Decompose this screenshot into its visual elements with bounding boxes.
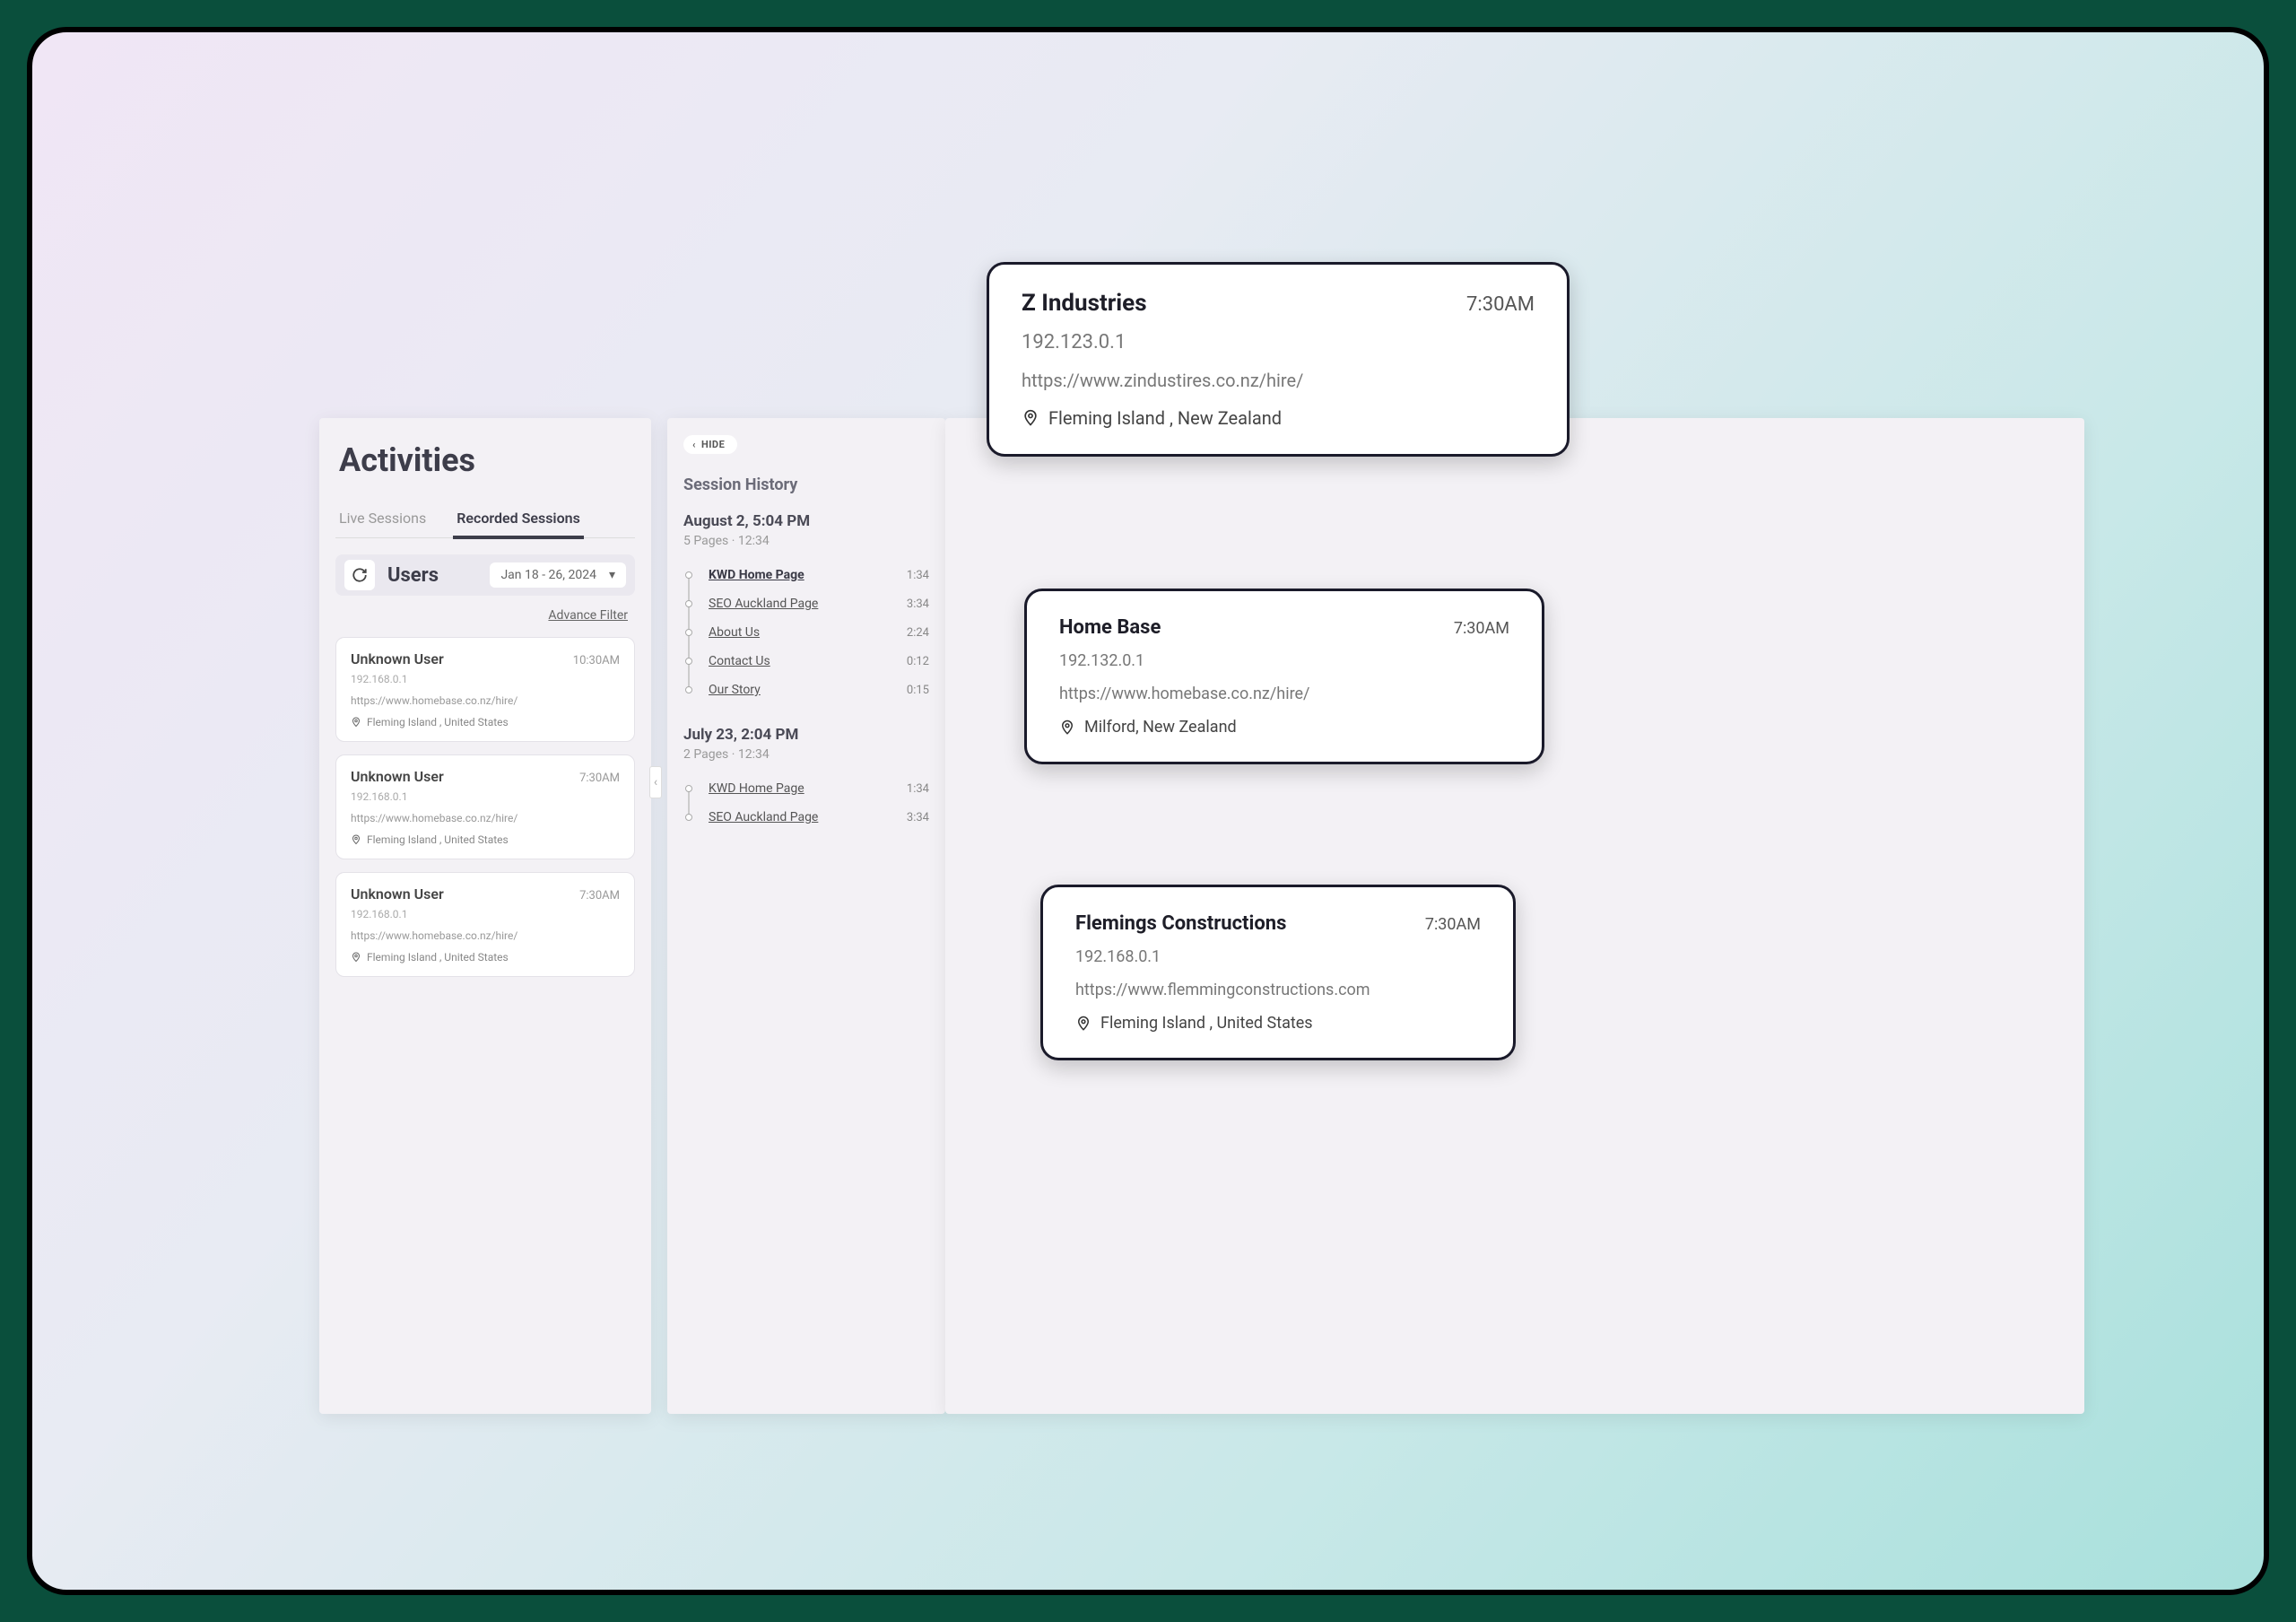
- session-time: 7:30AM: [579, 889, 620, 903]
- history-group: KWD Home Page1:34 SEO Auckland Page3:34 …: [685, 561, 929, 704]
- history-page-link: KWD Home Page: [709, 781, 907, 796]
- visitor-name: Z Industries: [1022, 290, 1147, 317]
- visitor-card[interactable]: Home Base 7:30AM 192.132.0.1 https://www.…: [1024, 589, 1544, 764]
- history-page-link: Contact Us: [709, 654, 907, 668]
- advance-filter-link[interactable]: Advance Filter: [335, 603, 635, 637]
- history-duration: 1:34: [907, 569, 929, 582]
- history-item[interactable]: About Us2:24: [685, 618, 929, 647]
- history-page-link: SEO Auckland Page: [709, 597, 907, 611]
- session-ip: 192.168.0.1: [351, 673, 620, 685]
- session-ip: 192.168.0.1: [351, 790, 620, 803]
- timeline-dot-icon: [685, 814, 692, 821]
- history-date: August 2, 5:04 PM: [683, 512, 929, 530]
- history-item[interactable]: SEO Auckland Page3:34: [685, 589, 929, 618]
- location-pin-icon: [351, 717, 361, 728]
- history-item[interactable]: KWD Home Page1:34: [685, 774, 929, 803]
- history-duration: 3:34: [907, 597, 929, 611]
- session-history-panel: ‹ HIDE Session History August 2, 5:04 PM…: [667, 418, 945, 1414]
- history-page-link: SEO Auckland Page: [709, 810, 907, 824]
- location-pin-icon: [1075, 1016, 1091, 1032]
- date-range-picker[interactable]: Jan 18 - 26, 2024 ▾: [490, 562, 626, 588]
- visitor-url: https://www.homebase.co.nz/hire/: [1059, 685, 1509, 703]
- visitor-location: Milford, New Zealand: [1084, 718, 1237, 737]
- session-location: Fleming Island , United States: [367, 833, 509, 846]
- history-group: KWD Home Page1:34 SEO Auckland Page3:34: [685, 774, 929, 832]
- session-location: Fleming Island , United States: [367, 716, 509, 728]
- history-page-link: About Us: [709, 625, 907, 640]
- visitor-ip: 192.123.0.1: [1022, 331, 1535, 353]
- visitor-url: https://www.zindustires.co.nz/hire/: [1022, 370, 1535, 391]
- session-name: Unknown User: [351, 768, 444, 785]
- tab-recorded-sessions[interactable]: Recorded Sessions: [453, 502, 584, 539]
- tab-live-sessions[interactable]: Live Sessions: [335, 502, 430, 537]
- hide-label: HIDE: [701, 439, 725, 450]
- activities-title: Activities: [335, 441, 635, 479]
- history-duration: 1:34: [907, 782, 929, 796]
- history-item[interactable]: SEO Auckland Page3:34: [685, 803, 929, 832]
- session-ip: 192.168.0.1: [351, 908, 620, 920]
- hide-panel-button[interactable]: ‹ HIDE: [683, 435, 737, 454]
- timeline-dot-icon: [685, 686, 692, 693]
- history-page-link: KWD Home Page: [709, 568, 907, 582]
- history-item[interactable]: KWD Home Page1:34: [685, 561, 929, 589]
- visitor-name: Home Base: [1059, 616, 1161, 639]
- session-card[interactable]: Unknown User 10:30AM 192.168.0.1 https:/…: [335, 637, 635, 742]
- timeline-dot-icon: [685, 658, 692, 665]
- session-name: Unknown User: [351, 885, 444, 903]
- chevron-left-icon: ‹: [654, 775, 657, 789]
- chevron-down-icon: ▾: [609, 568, 615, 582]
- session-time: 10:30AM: [573, 654, 620, 667]
- activities-panel: Activities Live Sessions Recorded Sessio…: [319, 418, 651, 1414]
- timeline-dot-icon: [685, 600, 692, 607]
- visitor-ip: 192.168.0.1: [1075, 947, 1481, 966]
- history-summary: 5 Pages · 12:34: [683, 534, 929, 548]
- session-location: Fleming Island , United States: [367, 951, 509, 964]
- timeline-dot-icon: [685, 571, 692, 579]
- visitor-time: 7:30AM: [1466, 293, 1535, 316]
- session-history-title: Session History: [683, 475, 929, 494]
- history-duration: 0:12: [907, 655, 929, 668]
- chevron-left-icon: ‹: [692, 439, 696, 450]
- visitor-name: Flemings Constructions: [1075, 912, 1286, 935]
- timeline-dot-icon: [685, 785, 692, 792]
- refresh-button[interactable]: [344, 560, 375, 590]
- history-summary: 2 Pages · 12:34: [683, 747, 929, 762]
- visitor-card[interactable]: Flemings Constructions 7:30AM 192.168.0.1…: [1040, 885, 1516, 1060]
- history-page-link: Our Story: [709, 683, 907, 697]
- history-duration: 2:24: [907, 626, 929, 640]
- timeline-dot-icon: [685, 629, 692, 636]
- location-pin-icon: [351, 834, 361, 845]
- history-date: July 23, 2:04 PM: [683, 726, 929, 744]
- session-url: https://www.homebase.co.nz/hire/: [351, 694, 620, 707]
- session-url: https://www.homebase.co.nz/hire/: [351, 929, 620, 942]
- history-item[interactable]: Our Story0:15: [685, 676, 929, 704]
- visitor-location: Fleming Island , New Zealand: [1048, 407, 1282, 429]
- users-label: Users: [387, 564, 439, 587]
- visitor-time: 7:30AM: [1425, 915, 1481, 934]
- refresh-icon: [352, 567, 368, 583]
- panel-collapse-handle[interactable]: ‹: [649, 766, 662, 798]
- visitor-ip: 192.132.0.1: [1059, 651, 1509, 670]
- session-url: https://www.homebase.co.nz/hire/: [351, 812, 620, 824]
- history-duration: 3:34: [907, 811, 929, 824]
- visitor-url: https://www.flemmingconstructions.com: [1075, 981, 1481, 999]
- visitor-location: Fleming Island , United States: [1100, 1014, 1313, 1033]
- session-card[interactable]: Unknown User 7:30AM 192.168.0.1 https://…: [335, 872, 635, 977]
- location-pin-icon: [351, 952, 361, 963]
- location-pin-icon: [1059, 719, 1075, 736]
- session-card[interactable]: Unknown User 7:30AM 192.168.0.1 https://…: [335, 754, 635, 859]
- history-item[interactable]: Contact Us0:12: [685, 647, 929, 676]
- session-time: 7:30AM: [579, 772, 620, 785]
- date-range-value: Jan 18 - 26, 2024: [500, 568, 596, 582]
- users-filter-bar: Users Jan 18 - 26, 2024 ▾: [335, 554, 635, 596]
- visitor-card[interactable]: Z Industries 7:30AM 192.123.0.1 https://w…: [987, 262, 1570, 457]
- location-pin-icon: [1022, 409, 1039, 427]
- history-duration: 0:15: [907, 684, 929, 697]
- sessions-tabs: Live Sessions Recorded Sessions: [335, 502, 635, 538]
- visitor-time: 7:30AM: [1454, 619, 1509, 638]
- session-name: Unknown User: [351, 650, 444, 667]
